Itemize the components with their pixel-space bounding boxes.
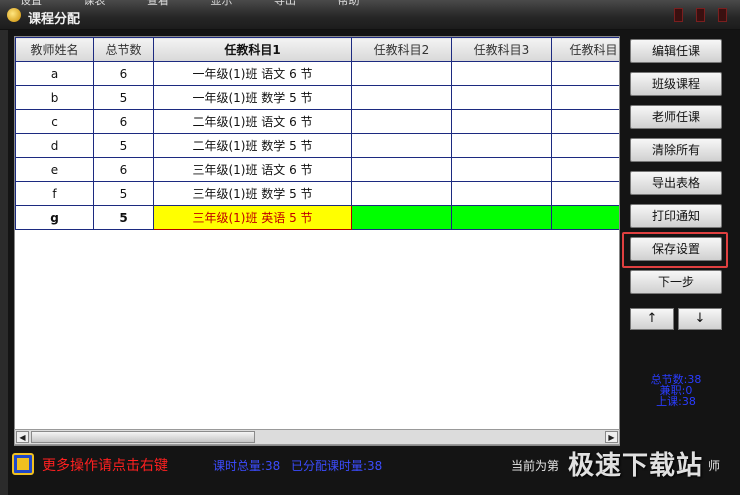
menu-item-settings[interactable]: 设置 — [20, 0, 42, 7]
print-notice-button[interactable]: 打印通知 — [630, 204, 722, 228]
subject-1-cell[interactable]: 二年级(1)班 语文 6 节 — [153, 109, 352, 134]
subject-2-cell[interactable] — [351, 157, 452, 182]
edit-assignment-button[interactable]: 编辑任课 — [630, 39, 722, 63]
teacher-name-cell[interactable]: a — [15, 61, 94, 86]
horizontal-scrollbar[interactable]: ◀ ▶ — [14, 429, 620, 445]
total-hours-label: 课时总量:38 — [213, 459, 281, 473]
arrow-up-icon: ↑ — [646, 311, 658, 326]
table-row[interactable]: a 6 一年级(1)班 语文 6 节 — [15, 61, 619, 86]
header-total-hours[interactable]: 总节数 — [93, 37, 154, 62]
subject-2-cell[interactable] — [351, 109, 452, 134]
header-subject-2[interactable]: 任教科目2 — [351, 37, 452, 62]
total-hours-cell[interactable]: 5 — [93, 85, 154, 110]
subject-2-cell[interactable] — [351, 85, 452, 110]
menu-item-schedule[interactable]: 课表 — [84, 0, 106, 7]
save-settings-button[interactable]: 保存设置 — [630, 237, 722, 261]
subject-3-cell[interactable] — [451, 157, 552, 182]
total-hours-cell[interactable]: 6 — [93, 61, 154, 86]
teacher-name-cell[interactable]: f — [15, 181, 94, 206]
subject-2-cell-available[interactable] — [351, 205, 452, 230]
course-grid-area: 教师姓名 总节数 任教科目1 任教科目2 任教科目3 任教科目 a 6 一年级(… — [14, 36, 620, 446]
subject-4-cell[interactable] — [551, 61, 619, 86]
subject-4-cell[interactable] — [551, 85, 619, 110]
subject-1-cell[interactable]: 一年级(1)班 语文 6 节 — [153, 61, 352, 86]
title-bar: 设置 课表 查看 显示 导出 帮助 课程分配 — [0, 0, 740, 30]
subject-1-cell[interactable]: 二年级(1)班 数学 5 节 — [153, 133, 352, 158]
scroll-right-arrow-icon[interactable]: ▶ — [605, 431, 618, 443]
subject-4-cell[interactable] — [551, 133, 619, 158]
stats-panel: 总节数:38 兼职:0 上课:38 — [630, 374, 722, 407]
subject-1-cell[interactable]: 一年级(1)班 数学 5 节 — [153, 85, 352, 110]
grid-header-row: 教师姓名 总节数 任教科目1 任教科目2 任教科目3 任教科目 — [15, 37, 619, 62]
menu-bar: 设置 课表 查看 显示 导出 帮助 — [20, 0, 398, 7]
subject-1-cell[interactable]: 三年级(1)班 语文 6 节 — [153, 157, 352, 182]
main-panel: 教师姓名 总节数 任教科目1 任教科目2 任教科目3 任教科目 a 6 一年级(… — [8, 30, 740, 495]
teacher-courses-button[interactable]: 老师任课 — [630, 105, 722, 129]
app-icon — [7, 8, 21, 22]
subject-3-cell[interactable] — [451, 181, 552, 206]
scroll-left-arrow-icon[interactable]: ◀ — [16, 431, 29, 443]
subject-4-cell[interactable] — [551, 109, 619, 134]
teacher-name-cell[interactable]: g — [15, 205, 94, 230]
watermark-logo: 极速下载站 — [568, 451, 704, 481]
current-position-label: 当前为第 — [511, 459, 560, 473]
table-row[interactable]: f 5 三年级(1)班 数学 5 节 — [15, 181, 619, 206]
subject-3-cell-available[interactable] — [451, 205, 552, 230]
stats-classes: 上课:38 — [656, 395, 696, 408]
subject-1-cell[interactable]: 三年级(1)班 数学 5 节 — [153, 181, 352, 206]
maximize-button[interactable] — [696, 8, 705, 22]
clear-all-button[interactable]: 清除所有 — [630, 138, 722, 162]
subject-4-cell[interactable] — [551, 157, 619, 182]
assigned-hours-label: 已分配课时量:38 — [291, 459, 383, 473]
table-row[interactable]: e 6 三年级(1)班 语文 6 节 — [15, 157, 619, 182]
total-hours-cell[interactable]: 6 — [93, 157, 154, 182]
menu-item-export[interactable]: 导出 — [274, 0, 296, 7]
header-teacher-name[interactable]: 教师姓名 — [15, 37, 94, 62]
table-row[interactable]: b 5 一年级(1)班 数学 5 节 — [15, 85, 619, 110]
class-courses-button[interactable]: 班级课程 — [630, 72, 722, 96]
subject-2-cell[interactable] — [351, 181, 452, 206]
table-row[interactable]: c 6 二年级(1)班 语文 6 节 — [15, 109, 619, 134]
total-hours-cell[interactable]: 5 — [93, 181, 154, 206]
next-step-button[interactable]: 下一步 — [630, 270, 722, 294]
move-up-button[interactable]: ↑ — [630, 308, 674, 330]
menu-item-view[interactable]: 查看 — [147, 0, 169, 7]
subject-1-cell-selected[interactable]: 三年级(1)班 英语 5 节 — [153, 205, 352, 230]
arrow-down-icon: ↓ — [694, 311, 706, 326]
subject-4-cell[interactable] — [551, 181, 619, 206]
menu-item-display[interactable]: 显示 — [211, 0, 233, 7]
subject-3-cell[interactable] — [451, 109, 552, 134]
header-subject-3[interactable]: 任教科目3 — [451, 37, 552, 62]
teacher-name-cell[interactable]: c — [15, 109, 94, 134]
subject-3-cell[interactable] — [451, 133, 552, 158]
scrollbar-thumb[interactable] — [31, 431, 255, 443]
teacher-name-cell[interactable]: e — [15, 157, 94, 182]
total-hours-cell[interactable]: 6 — [93, 109, 154, 134]
subject-4-cell-available[interactable] — [551, 205, 619, 230]
grid-menu-icon[interactable] — [12, 453, 34, 475]
course-grid: 教师姓名 总节数 任教科目1 任教科目2 任教科目3 任教科目 a 6 一年级(… — [15, 37, 619, 230]
subject-3-cell[interactable] — [451, 85, 552, 110]
window-title: 课程分配 — [28, 12, 81, 27]
move-down-button[interactable]: ↓ — [678, 308, 722, 330]
subject-3-cell[interactable] — [451, 61, 552, 86]
total-hours-cell[interactable]: 5 — [93, 205, 154, 230]
right-click-hint: 更多操作请点击右键 — [42, 458, 168, 474]
teacher-name-cell[interactable]: b — [15, 85, 94, 110]
minimize-button[interactable] — [674, 8, 683, 22]
subject-2-cell[interactable] — [351, 61, 452, 86]
total-hours-cell[interactable]: 5 — [93, 133, 154, 158]
menu-item-help[interactable]: 帮助 — [338, 0, 360, 7]
table-row[interactable]: d 5 二年级(1)班 数学 5 节 — [15, 133, 619, 158]
table-row-selected[interactable]: g 5 三年级(1)班 英语 5 节 — [15, 205, 619, 230]
header-subject-4[interactable]: 任教科目 — [551, 37, 619, 62]
header-subject-1[interactable]: 任教科目1 — [153, 37, 352, 62]
close-button[interactable] — [718, 8, 727, 22]
subject-2-cell[interactable] — [351, 133, 452, 158]
current-position-tail: 师 — [708, 459, 721, 473]
export-table-button[interactable]: 导出表格 — [630, 171, 722, 195]
teacher-name-cell[interactable]: d — [15, 133, 94, 158]
